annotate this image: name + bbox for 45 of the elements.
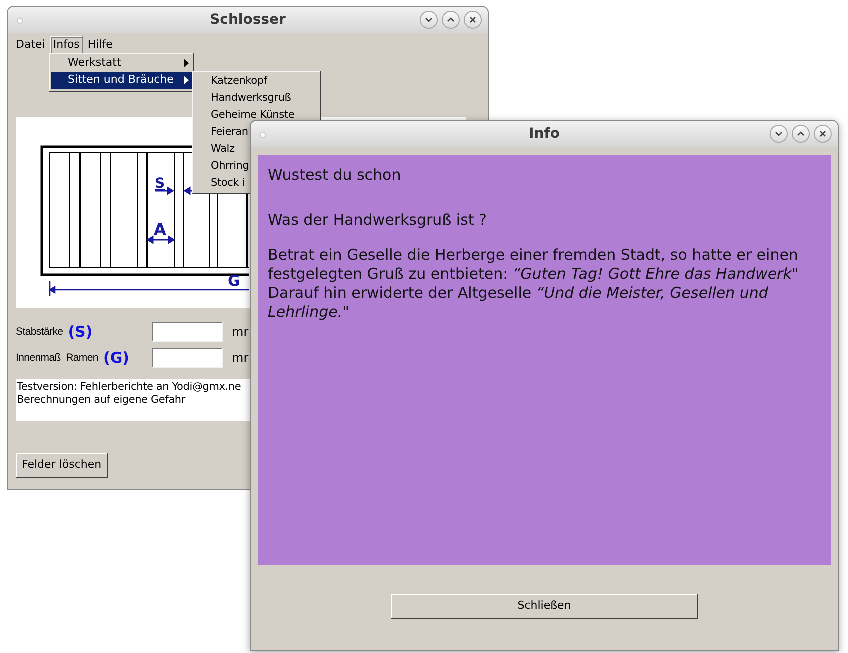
- close-dialog-button[interactable]: Schließen: [391, 594, 698, 619]
- field-symbol: (G): [103, 349, 130, 367]
- field-label: Innenmaß Ramen: [16, 351, 98, 365]
- close-button[interactable]: [814, 125, 832, 143]
- submenu-item[interactable]: Handwerksgruß: [211, 90, 292, 107]
- input-field[interactable]: [152, 348, 223, 368]
- minimize-button[interactable]: [770, 125, 788, 143]
- submenu-item[interactable]: Geheime Künste: [211, 107, 295, 124]
- gap-dimension-arrow: [146, 236, 176, 244]
- chevron-down-icon: [425, 16, 433, 24]
- submenu-item[interactable]: Feieran: [211, 124, 248, 141]
- unit-label: mr: [232, 324, 249, 341]
- notice-text: Testversion: Fehlerberichte an Yodi@gmx.ne: [17, 381, 242, 394]
- close-button[interactable]: [464, 11, 482, 29]
- submenu-item[interactable]: Stock i: [211, 175, 245, 192]
- window-title: Info: [529, 124, 560, 144]
- maximize-button[interactable]: [792, 125, 810, 143]
- menu-item[interactable]: Sitten und Bräuche: [51, 72, 192, 89]
- menu-bar-item[interactable]: Infos: [50, 36, 83, 54]
- field-label: Stabstärke: [16, 325, 64, 339]
- close-icon: [469, 16, 477, 24]
- field-symbol: (S): [68, 323, 93, 341]
- info-question: Was der Handwerksgruß ist ?: [268, 211, 488, 230]
- notice-text: Berechnungen auf eigene Gefahr: [17, 394, 186, 407]
- info-paragraph: Betrat ein Geselle die Herberge einer fremden Stadt, so hatte er einen festgelegten Gruß zu entbieten: “Guten Tag! Gott Ehre das Handwerk" Darauf hin erwiderte der Altgeselle “Und die Meister, Gesellen und Lehrlinge.": [268, 246, 800, 322]
- chevron-up-icon: [447, 16, 455, 24]
- diagram-label: A: [154, 220, 166, 239]
- chevron-up-icon: [797, 130, 805, 138]
- chevron-down-icon: [775, 130, 783, 138]
- close-icon: [819, 130, 827, 138]
- menu-item[interactable]: Werkstatt: [51, 55, 192, 72]
- diagram-label: S: [155, 176, 166, 192]
- submenu-item[interactable]: Katzenkopf: [211, 73, 268, 90]
- maximize-button[interactable]: [442, 11, 460, 29]
- minimize-button[interactable]: [420, 11, 438, 29]
- clear-fields-button[interactable]: Felder löschen: [16, 453, 108, 478]
- submenu-item[interactable]: Ohrring: [211, 158, 250, 175]
- diagram-label: G: [228, 272, 240, 290]
- info-heading: Wustest du schon: [268, 166, 402, 185]
- menu-bar-item[interactable]: Hilfe: [84, 36, 116, 54]
- unit-label: mr: [232, 350, 249, 367]
- submenu-item[interactable]: Walz: [211, 141, 235, 158]
- input-field[interactable]: [152, 322, 223, 342]
- window-title: Schlosser: [210, 10, 286, 30]
- menu-bar-item[interactable]: Datei: [13, 36, 48, 54]
